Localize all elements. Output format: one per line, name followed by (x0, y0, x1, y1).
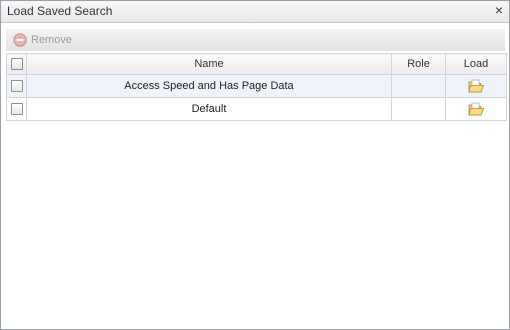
remove-button-label: Remove (31, 34, 72, 46)
grid-header-row: Name Role Load (6, 53, 507, 75)
close-icon[interactable]: × (492, 3, 506, 18)
role-column-header[interactable]: Role (391, 53, 446, 75)
row-select-cell (6, 74, 27, 98)
name-column-header[interactable]: Name (26, 53, 392, 75)
open-folder-icon[interactable] (467, 79, 485, 94)
row-name: Access Speed and Has Page Data (26, 74, 392, 98)
remove-circle-icon (13, 33, 27, 47)
table-row[interactable]: Default (6, 97, 507, 121)
remove-button[interactable]: Remove (13, 32, 72, 48)
row-role (391, 74, 446, 98)
row-select-cell (6, 97, 27, 121)
load-saved-search-dialog: Load Saved Search × Remove Name Role Loa… (0, 0, 510, 330)
dialog-title: Load Saved Search (7, 4, 113, 18)
row-load-cell (445, 97, 507, 121)
row-checkbox[interactable] (10, 80, 23, 93)
toolbar: Remove (6, 29, 505, 51)
dialog-titlebar: Load Saved Search × (1, 1, 509, 23)
row-role (391, 97, 446, 121)
table-row[interactable]: Access Speed and Has Page Data (6, 74, 507, 98)
open-folder-icon[interactable] (467, 102, 485, 117)
select-all-header (6, 53, 27, 75)
select-all-checkbox[interactable] (10, 58, 23, 71)
row-name: Default (26, 97, 392, 121)
row-load-cell (445, 74, 507, 98)
load-column-header[interactable]: Load (445, 53, 507, 75)
saved-search-grid: Name Role Load Access Speed and Has Page… (6, 53, 507, 121)
row-checkbox[interactable] (10, 103, 23, 116)
